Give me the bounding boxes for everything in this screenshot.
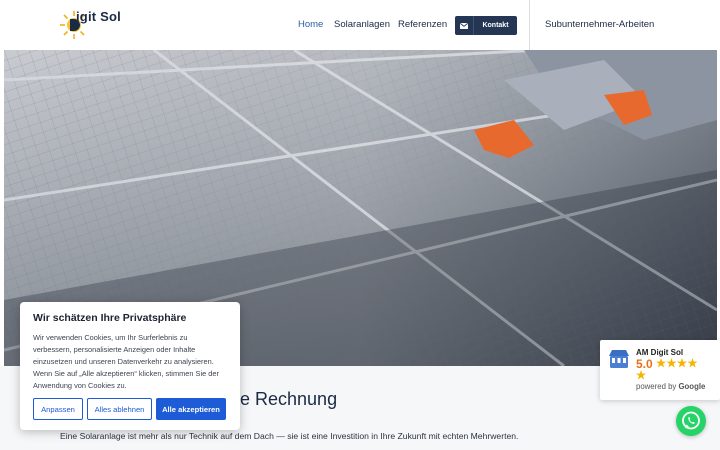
nav-home[interactable]: Home: [298, 19, 323, 30]
customize-button[interactable]: Anpassen: [33, 398, 83, 420]
store-icon: [609, 350, 629, 368]
site-header: igit Sol Home Solaranlagen Referenzen Ko…: [0, 0, 720, 50]
kontakt-button[interactable]: Kontakt: [455, 16, 517, 35]
whatsapp-icon: [682, 411, 700, 430]
star-icons-row-1: [656, 358, 698, 368]
business-name: AM Digit Sol: [636, 348, 684, 357]
accept-all-button[interactable]: Alle akzeptieren: [156, 398, 226, 420]
logo-text[interactable]: igit Sol: [76, 9, 121, 24]
nav-referenzen[interactable]: Referenzen: [398, 19, 447, 30]
rating-score: 5.0: [636, 357, 653, 371]
section-paragraph: Eine Solaranlage ist mehr als nur Techni…: [60, 431, 519, 441]
header-divider: [529, 0, 530, 50]
google-reviews-badge[interactable]: AM Digit Sol 5.0 powered by Google: [600, 340, 720, 400]
star-icon-row-2: [636, 370, 646, 380]
powered-by-google: powered by Google: [636, 382, 705, 391]
nav-solaranlagen[interactable]: Solaranlagen: [334, 19, 390, 30]
reject-all-button[interactable]: Alles ablehnen: [87, 398, 152, 420]
whatsapp-chat-button[interactable]: [676, 406, 706, 436]
cookie-consent-banner: Wir schätzen Ihre Privatsphäre Wir verwe…: [20, 302, 240, 430]
google-wordmark: Google: [678, 382, 706, 391]
cookie-text: Wir verwenden Cookies, um Ihr Surferlebn…: [33, 333, 219, 390]
cookie-title: Wir schätzen Ihre Privatsphäre: [33, 312, 187, 324]
nav-subunternehmer[interactable]: Subunternehmer-Arbeiten: [545, 19, 654, 30]
powered-by-text: powered by: [636, 382, 677, 391]
kontakt-label: Kontakt: [482, 22, 509, 29]
cookie-buttons: Anpassen Alles ablehnen Alle akzeptieren: [33, 398, 226, 420]
section-heading: e Rechnung: [240, 389, 338, 409]
envelope-icon: [455, 16, 474, 35]
